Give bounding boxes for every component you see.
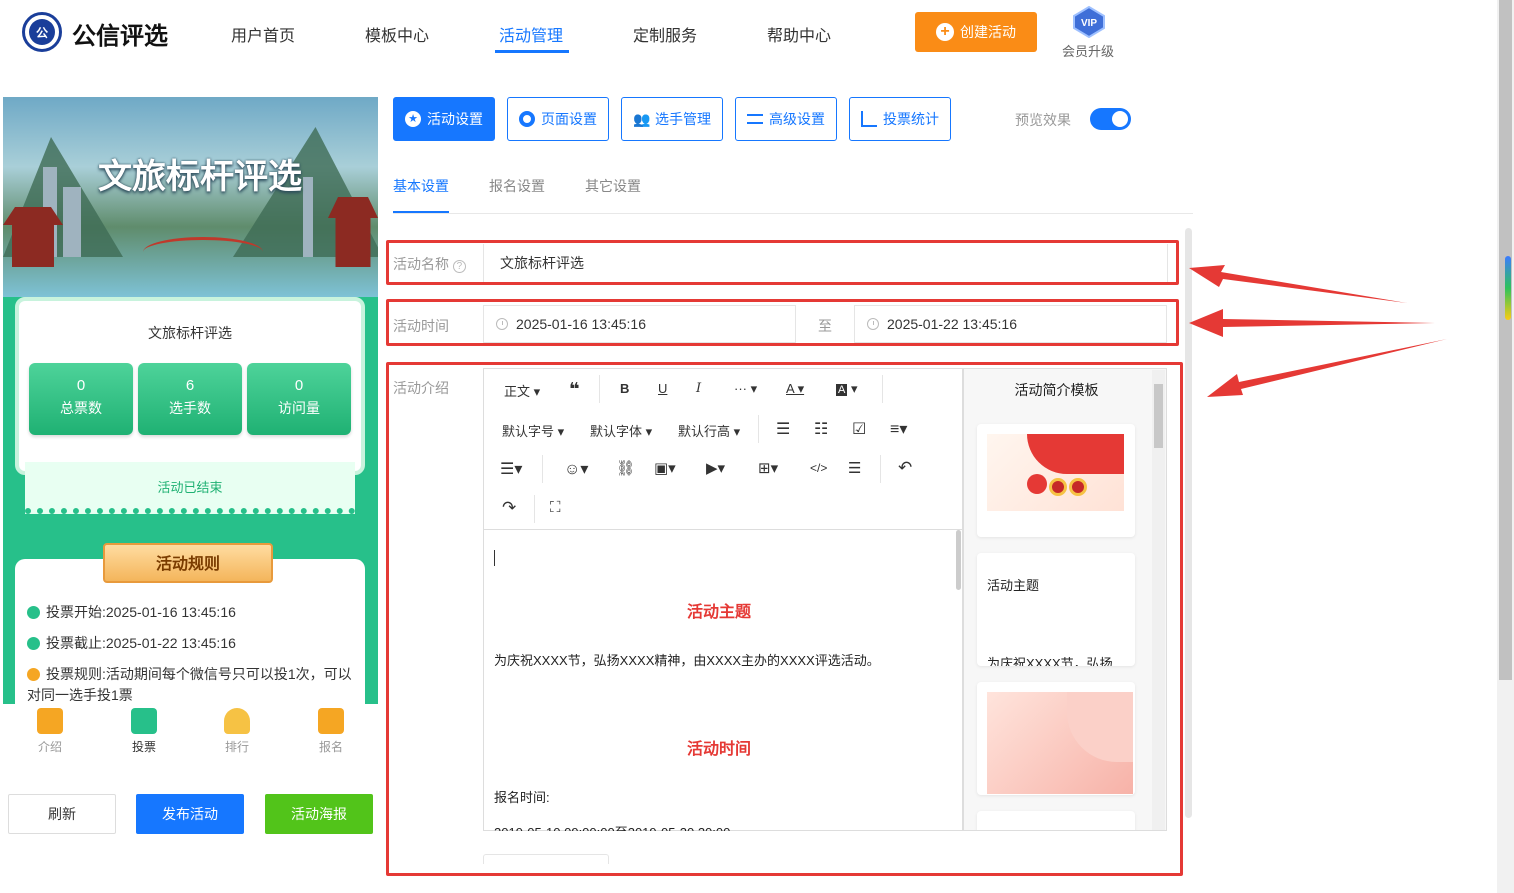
nav-active-indicator (495, 50, 569, 53)
preview-toggle[interactable] (1090, 108, 1131, 130)
tab-ranking[interactable]: 排行 (212, 708, 262, 755)
preview-toggle-label: 预览效果 (1015, 112, 1071, 128)
highlight-name (386, 240, 1179, 285)
nav-templates[interactable]: 模板中心 (365, 22, 429, 46)
tab-intro[interactable]: 介绍 (25, 708, 75, 755)
toggle-knob (1112, 111, 1128, 127)
refresh-button[interactable]: 刷新 (8, 794, 116, 834)
info-icon (27, 668, 40, 681)
clock-icon (27, 606, 40, 619)
page-scrollbar[interactable] (1497, 0, 1514, 893)
tab-advanced-settings[interactable]: 高级设置 (735, 97, 837, 141)
logo-icon[interactable]: 公 (22, 12, 62, 52)
preview-banner: 文旅标杆评选 (3, 97, 378, 297)
tab-activity-settings[interactable]: ★ 活动设置 (393, 97, 495, 141)
rule-vote-end: 投票截止:2025-01-22 13:45:16 (27, 633, 357, 654)
activity-title: 文旅标杆评选 (148, 325, 232, 341)
users-icon: 👥 (633, 111, 651, 127)
nav-activity-management[interactable]: 活动管理 (499, 22, 563, 46)
poster-button[interactable]: 活动海报 (265, 794, 373, 834)
annotation-arrows (1189, 265, 1447, 397)
subtab-active-indicator (393, 211, 449, 213)
gear-icon (519, 111, 535, 127)
tab-candidate-management[interactable]: 👥 选手管理 (621, 97, 723, 141)
tab-signup[interactable]: 报名 (306, 708, 356, 755)
bar-chart-icon (861, 111, 877, 127)
clock-icon (27, 637, 40, 650)
nav-custom-service[interactable]: 定制服务 (633, 22, 697, 46)
tab-vote-statistics[interactable]: 投票统计 (849, 97, 951, 141)
trophy-icon (224, 708, 250, 734)
vip-upgrade-label[interactable]: 会员升级 (1062, 41, 1114, 60)
stat-total-votes: 0 总票数 (29, 363, 133, 435)
highlight-time (386, 299, 1179, 346)
activity-status: 活动已结束 (25, 462, 355, 514)
top-header: 公 公信评选 用户首页 模板中心 活动管理 定制服务 帮助中心 + 创建活动 VI… (0, 0, 1497, 70)
subtab-other[interactable]: 其它设置 (585, 176, 641, 196)
nav-help[interactable]: 帮助中心 (767, 22, 831, 46)
stat-candidates: 6 选手数 (138, 363, 242, 435)
stat-visits: 0 访问量 (247, 363, 351, 435)
document-icon (37, 708, 63, 734)
rules-title: 活动规则 (103, 543, 273, 583)
ballot-box-icon (131, 708, 157, 734)
tab-page-settings[interactable]: 页面设置 (507, 97, 609, 141)
rule-vote-start: 投票开始:2025-01-16 13:45:16 (27, 602, 357, 623)
vip-badge-icon[interactable]: VIP (1071, 6, 1107, 38)
activity-card: 文旅标杆评选 0 总票数 6 选手数 0 访问量 (15, 297, 365, 475)
highlight-intro (386, 362, 1183, 876)
banner-title: 文旅标杆评选 (98, 157, 302, 197)
side-indicator (1505, 256, 1511, 320)
mobile-preview: 文旅标杆评选 文旅标杆评选 0 总票数 6 选手数 0 访问量 活动已结束 活动规则 … (3, 97, 378, 704)
brand-name[interactable]: 公信评选 (72, 16, 168, 51)
nav-home[interactable]: 用户首页 (231, 22, 295, 46)
create-activity-button[interactable]: + 创建活动 (915, 12, 1037, 52)
tab-vote[interactable]: 投票 (119, 708, 169, 755)
settings-list-icon (747, 114, 763, 124)
subtab-basic[interactable]: 基本设置 (393, 176, 449, 196)
rule-vote-rule: 投票规则:活动期间每个微信号只可以投1次，可以对同一选手投1票 (27, 666, 352, 703)
edit-icon (318, 708, 344, 734)
plus-icon: + (936, 23, 954, 41)
star-icon: ★ (405, 111, 421, 127)
subtab-divider (393, 213, 1193, 214)
publish-button[interactable]: 发布活动 (136, 794, 244, 834)
page-scrollbar-thumb[interactable] (1499, 0, 1512, 680)
preview-tabbar: 介绍 投票 排行 报名 (3, 704, 378, 766)
subtab-signup[interactable]: 报名设置 (489, 176, 545, 196)
svg-text:VIP: VIP (1081, 18, 1097, 29)
